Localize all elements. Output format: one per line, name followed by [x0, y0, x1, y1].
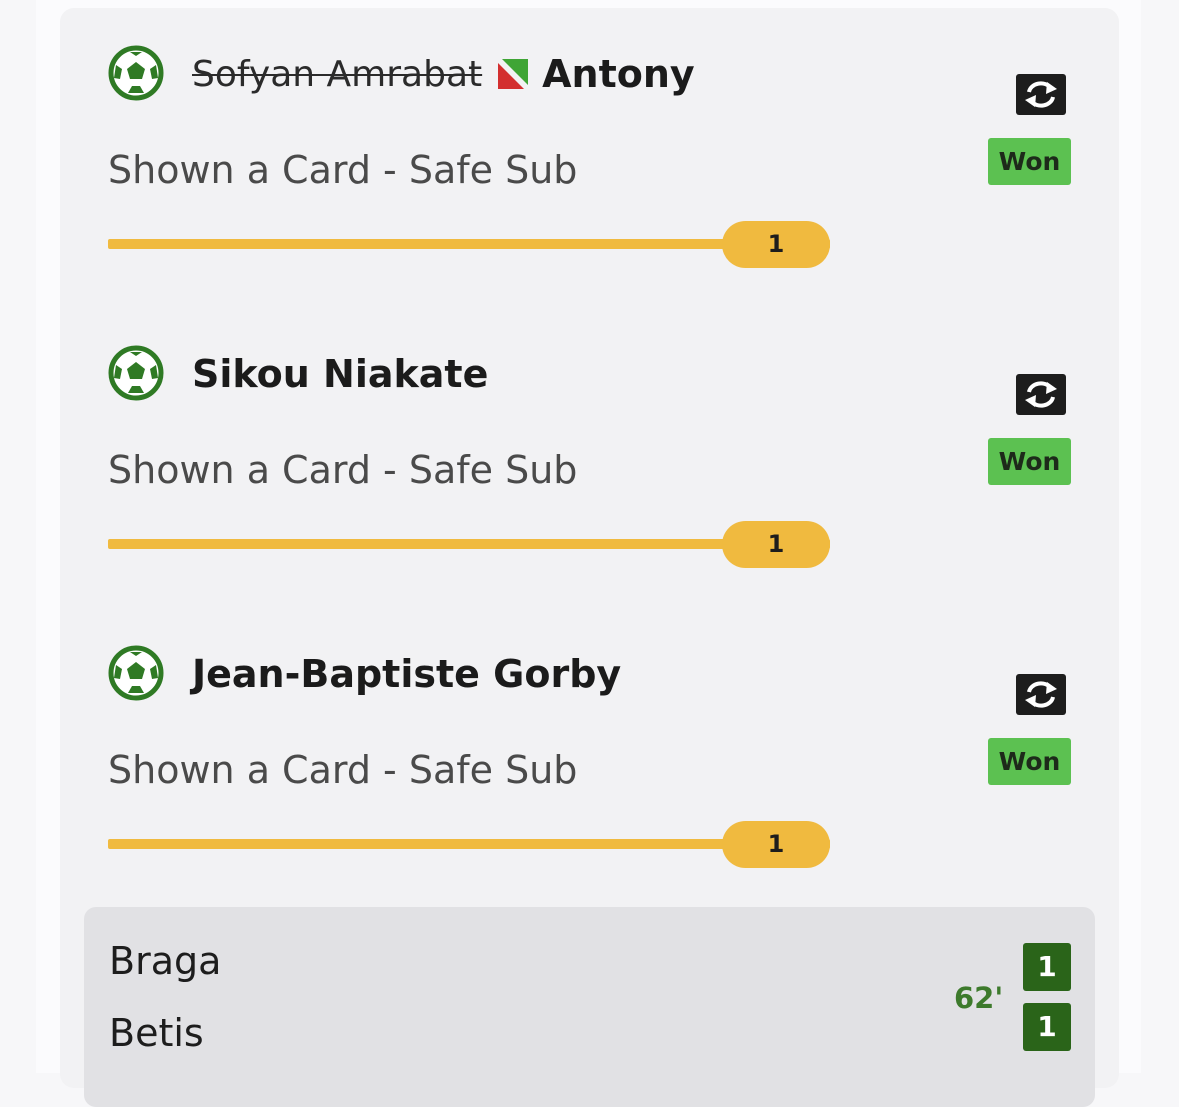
substitution-swap-icon[interactable]: [1016, 74, 1066, 115]
status-badge: Won: [988, 738, 1071, 785]
home-team-name: Braga: [109, 939, 222, 983]
match-minute: 62': [954, 981, 1004, 1015]
away-team-name: Betis: [109, 1011, 204, 1055]
market-label: Shown a Card - Safe Sub: [108, 448, 578, 492]
market-label: Shown a Card - Safe Sub: [108, 148, 578, 192]
progress-value: 1: [722, 521, 830, 568]
football-icon: [108, 45, 164, 101]
market-label: Shown a Card - Safe Sub: [108, 748, 578, 792]
status-badge: Won: [988, 438, 1071, 485]
player-name: Antony: [542, 52, 695, 96]
football-icon: [108, 645, 164, 701]
player-names: Jean-Baptiste Gorby: [192, 646, 621, 702]
substitution-swap-icon[interactable]: [1016, 674, 1066, 715]
selection-3: Jean-Baptiste Gorby Shown a Card - Safe …: [108, 630, 1083, 930]
progress-value: 1: [722, 221, 830, 268]
progress-value: 1: [722, 821, 830, 868]
selection-2: Sikou Niakate Shown a Card - Safe Sub Wo…: [108, 330, 1083, 630]
live-scoreboard[interactable]: Braga Betis 62' 1 1: [84, 907, 1095, 1107]
player-names: Sofyan Amrabat Antony: [192, 46, 695, 102]
home-score: 1: [1023, 943, 1071, 991]
player-names: Sikou Niakate: [192, 346, 488, 402]
away-score: 1: [1023, 1003, 1071, 1051]
football-icon: [108, 345, 164, 401]
substitution-swap-icon[interactable]: [1016, 374, 1066, 415]
player-name: Sikou Niakate: [192, 352, 489, 396]
selection-1: Sofyan Amrabat Antony Shown a Card - Saf…: [108, 30, 1083, 330]
replaced-player-name: Sofyan Amrabat: [192, 53, 483, 95]
status-badge: Won: [988, 138, 1071, 185]
substitution-arrow-icon: [498, 59, 529, 89]
player-name: Jean-Baptiste Gorby: [192, 652, 622, 696]
